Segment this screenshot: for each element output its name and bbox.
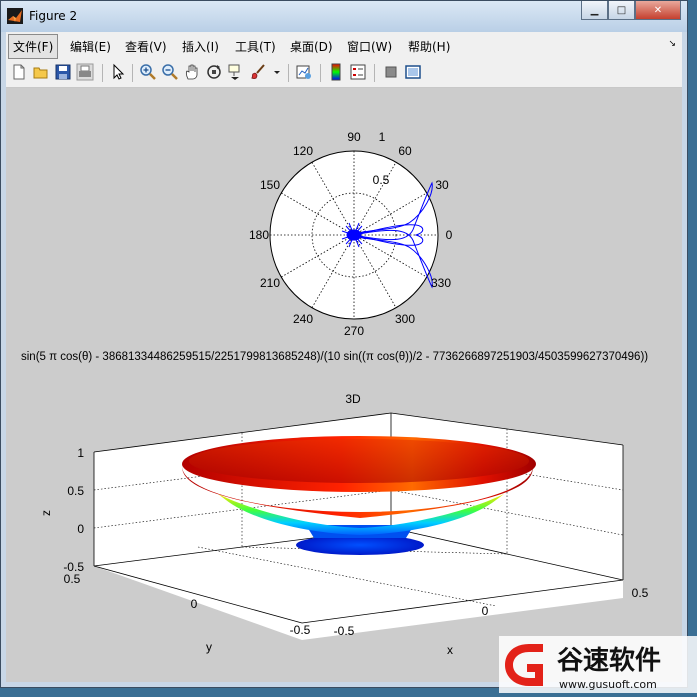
surface-plot[interactable]: 1 0.5 0 -0.5 0.5 0 -0.5 -0.5 0 0.5 3D x … [39, 392, 649, 657]
figure-canvas: 0 30 60 90 120 150 180 210 240 270 300 3… [6, 88, 682, 682]
hide-plot-tools-icon[interactable] [382, 63, 400, 81]
figure-svg: 0 30 60 90 120 150 180 210 240 270 300 3… [21, 130, 649, 657]
close-icon: ✕ [653, 4, 663, 16]
insert-colorbar-icon[interactable] [327, 63, 345, 81]
maximize-button[interactable]: □ [608, 1, 635, 20]
x-tick-label: -0.5 [334, 624, 355, 638]
polar-angle-label: 270 [344, 324, 364, 338]
save-icon[interactable] [54, 63, 72, 81]
insert-legend-icon[interactable] [349, 63, 367, 81]
figure-window: Figure 2 ▁ □ ✕ 文件(F) 编辑(E) 查看(V) 插入(I) 工… [0, 0, 688, 688]
link-plot-icon[interactable] [295, 63, 313, 81]
close-button[interactable]: ✕ [635, 1, 681, 20]
menu-help[interactable]: 帮助(H) [404, 36, 454, 57]
menu-edit[interactable]: 编辑(E) [66, 36, 115, 57]
watermark-svg: 谷速软件 www.gusuoft.com [499, 636, 697, 693]
edit-plot-arrow-icon[interactable] [109, 63, 127, 81]
menu-tools[interactable]: 工具(T) [231, 36, 280, 57]
maximize-icon: □ [616, 4, 627, 16]
menu-insert[interactable]: 插入(I) [178, 36, 223, 57]
brush-icon[interactable] [249, 63, 267, 81]
window-title: Figure 2 [29, 9, 78, 23]
x-axis-label: x [447, 643, 453, 657]
z-tick-label: 1 [77, 446, 84, 460]
polar-angle-label: 120 [293, 144, 313, 158]
polar-angle-label: 240 [293, 312, 313, 326]
minimize-button[interactable]: ▁ [581, 1, 608, 20]
polar-plot-title: sin(5 π cos(θ) - 3868133448625951​5/2251… [21, 351, 648, 363]
rotate-3d-icon[interactable] [205, 63, 223, 81]
polar-radius-label: 1 [379, 130, 386, 144]
polar-angle-label: 300 [395, 312, 415, 326]
y-tick-label: 0.5 [64, 572, 81, 586]
y-tick-label: 0 [191, 597, 198, 611]
polar-angle-label: 150 [260, 178, 280, 192]
title-bar[interactable]: Figure 2 ▁ □ ✕ [1, 1, 687, 32]
polar-plot[interactable]: 0 30 60 90 120 150 180 210 240 270 300 3… [249, 130, 453, 338]
polar-angle-label: 30 [435, 178, 449, 192]
zoom-in-icon[interactable] [139, 63, 157, 81]
z-tick-label: 0.5 [67, 484, 84, 498]
polar-angle-label: 210 [260, 276, 280, 290]
data-cursor-icon[interactable] [227, 63, 245, 81]
new-figure-icon[interactable] [10, 63, 28, 81]
polar-angle-label: 90 [347, 130, 361, 144]
menu-overflow-icon[interactable]: ↘ [668, 39, 676, 49]
menu-window[interactable]: 窗口(W) [343, 36, 396, 57]
surface-bowl-top [189, 439, 529, 483]
show-plot-tools-icon[interactable] [404, 63, 422, 81]
menu-desktop[interactable]: 桌面(D) [286, 36, 337, 57]
z-axis-label: z [39, 510, 53, 516]
polar-angle-label: 0 [446, 228, 453, 242]
y-axis-label: y [206, 640, 212, 654]
z-tick-label: 0 [77, 522, 84, 536]
minimize-icon: ▁ [590, 4, 599, 16]
surface-plot-title: 3D [345, 392, 361, 406]
print-icon[interactable] [76, 63, 94, 81]
y-tick-label: -0.5 [290, 623, 311, 637]
x-tick-label: 0 [482, 604, 489, 618]
polar-angle-label: 60 [398, 144, 412, 158]
zoom-out-icon[interactable] [161, 63, 179, 81]
menu-bar: 文件(F) 编辑(E) 查看(V) 插入(I) 工具(T) 桌面(D) 窗口(W… [6, 32, 682, 60]
open-file-icon[interactable] [32, 63, 50, 81]
menu-file[interactable]: 文件(F) [8, 34, 59, 59]
menu-view[interactable]: 查看(V) [121, 36, 171, 57]
watermark-url: www.gusuoft.com [559, 678, 657, 691]
x-tick-label: 0.5 [632, 586, 649, 600]
watermark-brand: 谷速软件 [557, 646, 661, 676]
polar-angle-label: 180 [249, 228, 269, 242]
watermark-logo: 谷速软件 www.gusuoft.com [499, 636, 697, 693]
matlab-logo-icon [7, 8, 23, 24]
polar-angle-label: 330 [431, 276, 451, 290]
figure-toolbar [6, 59, 682, 88]
pan-hand-icon[interactable] [183, 63, 201, 81]
polar-radius-label: 0.5 [373, 173, 390, 187]
brush-dropdown-icon[interactable] [272, 63, 282, 81]
